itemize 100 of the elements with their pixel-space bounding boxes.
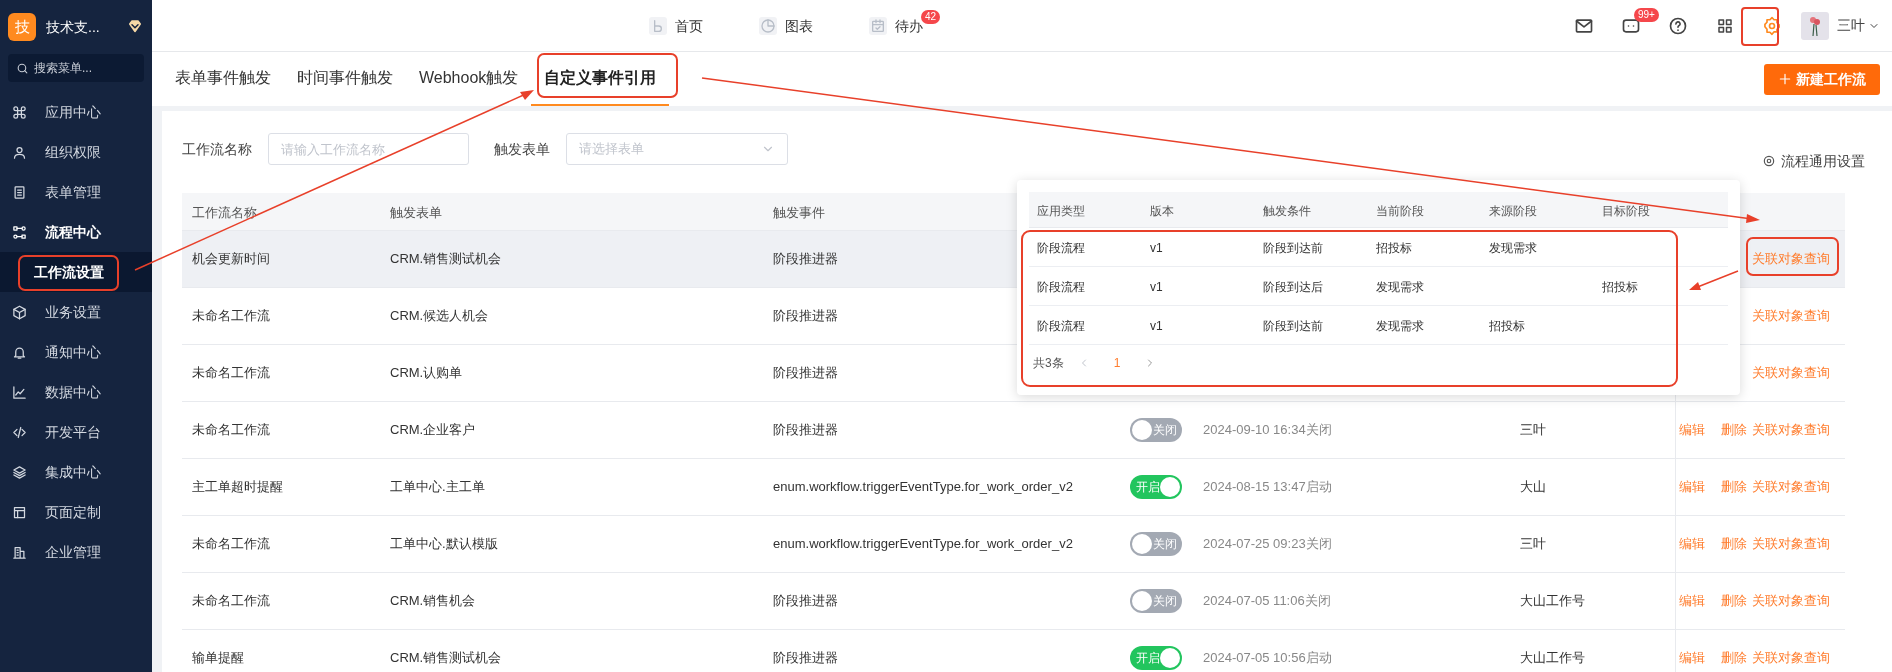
table-cell: 招投标 <box>1489 319 1525 333</box>
table-cell: 阶段推进器 <box>773 308 838 324</box>
table-cell: 2024-07-05 10:56启动 <box>1203 650 1332 666</box>
nav-link[interactable]: 首页 <box>649 15 703 37</box>
line-chart-icon <box>12 384 27 400</box>
table-cell: 2024-09-10 16:34关闭 <box>1203 422 1332 438</box>
count-badge: 42 <box>921 10 941 24</box>
filter-label: 触发表单 <box>494 139 550 159</box>
column-header: 工作流名称 <box>192 204 257 220</box>
logo: 技 <box>8 13 36 41</box>
column-header: 应用类型 <box>1037 203 1085 218</box>
table-cell: CRM.销售机会 <box>390 593 476 609</box>
column-header: 触发表单 <box>390 204 442 220</box>
table-cell: 未命名工作流 <box>192 536 270 552</box>
table-cell: 2024-08-15 13:47启动 <box>1203 479 1332 495</box>
user-icon <box>12 144 27 160</box>
building-icon <box>12 544 27 560</box>
table-cell: 大山 <box>1520 479 1546 495</box>
table-cell: 阶段流程 <box>1037 241 1085 255</box>
table-cell: 阶段流程 <box>1037 319 1085 333</box>
help-icon <box>1667 15 1688 36</box>
document-icon <box>12 184 27 200</box>
column-header: 触发事件 <box>773 204 825 220</box>
table-cell: v1 <box>1150 319 1163 333</box>
sidebar-item[interactable]: 开发平台 <box>0 412 152 452</box>
table-cell: 大山工作号 <box>1520 650 1585 666</box>
table-cell: 阶段到达前 <box>1263 241 1323 255</box>
highlight-frame <box>1741 7 1779 46</box>
input-field[interactable]: 请输入工作流名称 <box>268 133 469 165</box>
table-cell: 机会更新时间 <box>192 251 270 267</box>
tab[interactable]: 时间事件触发 <box>284 52 406 106</box>
sidebar-item[interactable]: 通知中心 <box>0 332 152 372</box>
table-cell: 三叶 <box>1520 422 1546 438</box>
table-cell: 阶段到达前 <box>1263 319 1323 333</box>
table-cell: 发现需求 <box>1376 319 1424 333</box>
table-cell: CRM.销售测试机会 <box>390 251 502 267</box>
column-header: 目标阶段 <box>1602 203 1650 218</box>
bold-b-icon <box>649 17 667 35</box>
table-cell: CRM.销售测试机会 <box>390 650 502 666</box>
table-cell: 招投标 <box>1376 241 1412 255</box>
sidebar-item[interactable]: 组织权限 <box>0 132 152 172</box>
avatar[interactable] <box>1801 11 1829 40</box>
calendar-icon <box>869 17 887 35</box>
org-name: 技术支... <box>46 17 100 37</box>
pie-chart-icon <box>759 17 777 35</box>
nav-link[interactable]: 待办 <box>869 15 923 37</box>
table-cell: 未命名工作流 <box>192 365 270 381</box>
settings-icon <box>1761 15 1782 36</box>
table-cell: 未命名工作流 <box>192 593 270 609</box>
sidebar-item[interactable]: 企业管理 <box>0 532 152 572</box>
code-icon <box>12 424 27 440</box>
tab[interactable]: 表单事件触发 <box>162 52 284 106</box>
sidebar-item[interactable]: 集成中心 <box>0 452 152 492</box>
table-cell: 输单提醒 <box>192 650 244 666</box>
column-header: 当前阶段 <box>1376 203 1424 218</box>
sidebar-item[interactable]: 业务设置 <box>0 292 152 332</box>
table-cell: 未命名工作流 <box>192 422 270 438</box>
sidebar-item[interactable]: 流程中心 <box>0 212 152 252</box>
sidebar-item[interactable]: 页面定制 <box>0 492 152 532</box>
table-cell: 阶段推进器 <box>773 422 838 438</box>
sidebar-item[interactable]: 表单管理 <box>0 172 152 212</box>
settings-link[interactable]: 流程通用设置 <box>1762 150 1865 172</box>
table-cell: CRM.企业客户 <box>390 422 476 438</box>
table-cell: 阶段推进器 <box>773 593 838 609</box>
sidebar-item[interactable]: 应用中心 <box>0 92 152 132</box>
table-cell: 发现需求 <box>1489 241 1537 255</box>
search-field[interactable]: 搜索菜单... <box>8 54 144 82</box>
table-cell: 三叶 <box>1520 536 1546 552</box>
table-cell: 2024-07-05 11:06关闭 <box>1203 593 1331 609</box>
column-header: 触发条件 <box>1263 203 1311 218</box>
column-header: 来源阶段 <box>1489 203 1537 218</box>
flow-icon <box>12 224 27 240</box>
table-cell: 主工单超时提醒 <box>192 479 283 495</box>
plus-icon <box>1778 72 1792 86</box>
nav-link[interactable]: 图表 <box>759 15 813 37</box>
table-cell: enum.workflow.triggerEventType.for_work_order_v2 <box>773 479 1073 495</box>
user-menu[interactable]: 三叶 <box>1837 15 1880 36</box>
table-cell: 未命名工作流 <box>192 308 270 324</box>
table-cell: 工单中心.主工单 <box>390 479 485 495</box>
table-cell: 工单中心.默认模版 <box>390 536 498 552</box>
bell-icon <box>12 344 27 360</box>
count-badge: 99+ <box>1634 7 1659 22</box>
column-header: 版本 <box>1150 203 1174 218</box>
table-cell: 阶段推进器 <box>773 650 838 666</box>
grid-icon <box>1715 16 1734 35</box>
annotation-arrow <box>1689 270 1739 290</box>
table-cell: 阶段推进器 <box>773 251 838 267</box>
total-count: 共3条 <box>1033 355 1064 372</box>
tab[interactable]: Webhook触发 <box>406 52 532 106</box>
table-cell: enum.workflow.triggerEventType.for_work_order_v2 <box>773 536 1073 552</box>
table-cell: 阶段推进器 <box>773 365 838 381</box>
layers-icon <box>12 464 27 480</box>
sidebar-item[interactable]: 数据中心 <box>0 372 152 412</box>
table-cell: 2024-07-25 09:23关闭 <box>1203 536 1332 552</box>
flower-icon <box>1807 14 1823 37</box>
sidebar-subitem[interactable]: 工作流设置 <box>0 252 152 292</box>
filter-label: 工作流名称 <box>182 139 252 159</box>
table-cell: 大山工作号 <box>1520 593 1585 609</box>
cube-icon <box>12 304 27 320</box>
table-cell: v1 <box>1150 241 1163 255</box>
